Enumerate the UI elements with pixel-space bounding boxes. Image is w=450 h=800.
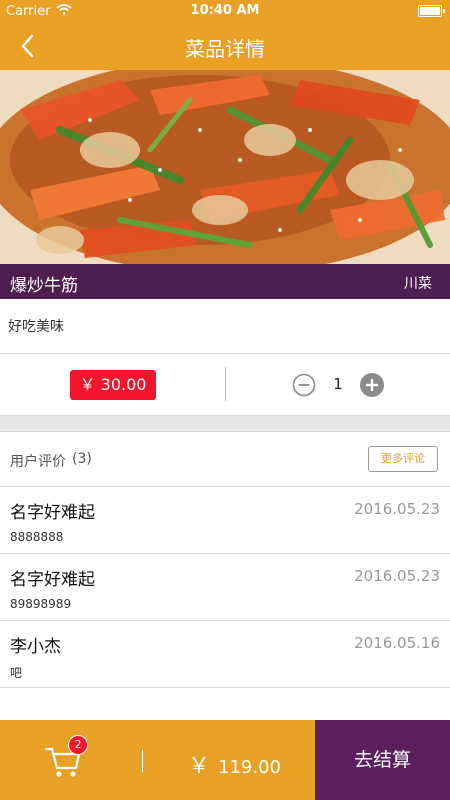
section-separator [0, 416, 450, 432]
review-text: 8888888 [10, 530, 64, 544]
review-text: 吧 [10, 666, 23, 680]
nav-bar: 菜品详情 [0, 22, 450, 70]
review-author: 名字好难起 [10, 503, 95, 523]
total-amount: 119.00 [218, 757, 281, 778]
review-date: 2016.05.16 [354, 634, 440, 652]
dish-name: 爆炒牛筋 [10, 276, 78, 296]
checkout-button[interactable]: 去结算 [315, 720, 450, 800]
quantity-value: 1 [333, 375, 343, 393]
plus-circle-icon [360, 373, 384, 397]
dish-cuisine: 川菜 [404, 276, 432, 292]
more-reviews-button[interactable]: 更多评论 [368, 446, 438, 472]
review-author: 李小杰 [10, 637, 61, 657]
review-date: 2016.05.23 [354, 567, 440, 585]
review-item: 名字好难起 2016.05.23 8888888 [0, 487, 450, 554]
minus-circle-icon [292, 373, 316, 397]
reviews-title: 用户评价 [10, 454, 66, 470]
review-date: 2016.05.23 [354, 500, 440, 518]
price-row: ￥ 30.00 1 [0, 354, 450, 416]
bottom-bar: 2 ￥ 119.00 去结算 [0, 720, 450, 800]
dish-photo [0, 70, 450, 264]
divider [225, 367, 226, 401]
review-item: 李小杰 2016.05.16 吧 [0, 621, 450, 688]
page-title: 菜品详情 [185, 37, 265, 61]
dish-description-row: 好吃美味 [0, 299, 450, 354]
reviews-count: (3) [72, 451, 92, 467]
order-total: ￥ 119.00 [188, 748, 281, 780]
dish-name-bar: 爆炒牛筋 川菜 [0, 264, 450, 299]
price-tag: ￥ 30.00 [70, 370, 156, 400]
status-bar: Carrier 10:40 AM [0, 0, 450, 22]
status-time: 10:40 AM [190, 3, 260, 18]
review-text: 89898989 [10, 597, 72, 611]
review-author: 名字好难起 [10, 570, 95, 590]
battery-icon [418, 5, 445, 17]
decrease-quantity-button[interactable] [292, 373, 316, 397]
increase-quantity-button[interactable] [359, 372, 385, 398]
cart-count-badge: 2 [68, 735, 88, 755]
currency-symbol: ￥ [188, 754, 211, 779]
divider [142, 750, 143, 772]
review-item: 名字好难起 2016.05.23 89898989 [0, 554, 450, 621]
dish-description: 好吃美味 [8, 319, 64, 335]
reviews-header: 用户评价 (3) 更多评论 [0, 432, 450, 487]
